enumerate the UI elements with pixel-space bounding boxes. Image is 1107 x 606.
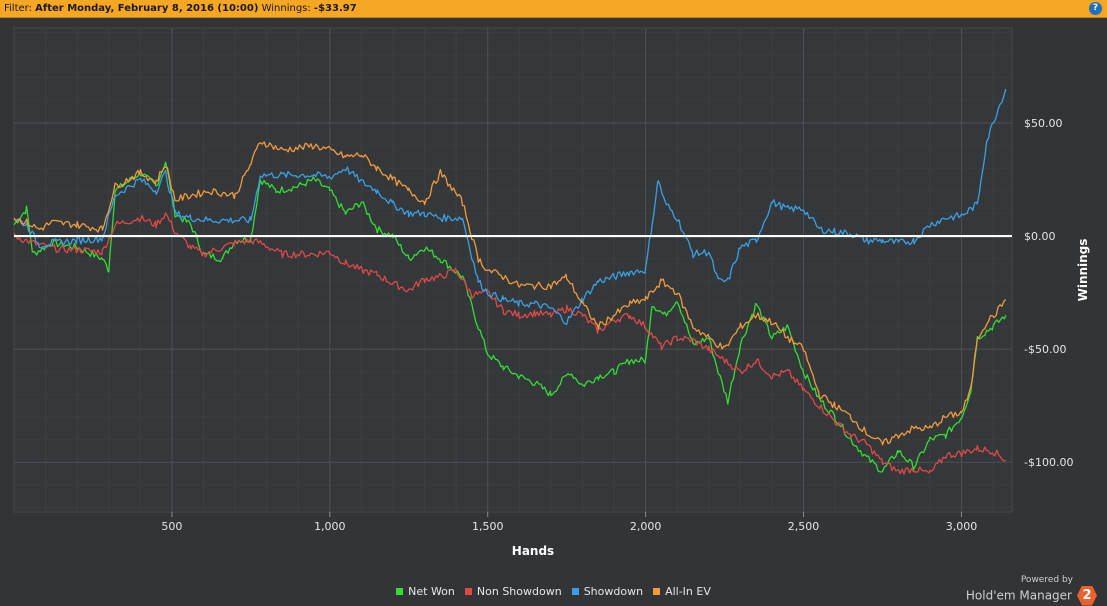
- x-tick-label: 500: [161, 520, 182, 533]
- legend-label: Showdown: [583, 585, 644, 598]
- legend-swatch: [464, 588, 472, 595]
- x-axis-title: Hands: [512, 544, 554, 558]
- legend-item[interactable]: All-In EV: [653, 585, 711, 598]
- x-tick-label: 2,000: [630, 520, 662, 533]
- hm2-logo-icon: 2: [1077, 585, 1097, 606]
- x-tick-label: 1,500: [472, 520, 504, 533]
- y-tick-label: $50.00: [1024, 117, 1063, 130]
- brand-name: Hold'em Manager: [965, 588, 1072, 603]
- legend-swatch: [571, 588, 579, 595]
- x-tick-label: 3,000: [946, 520, 978, 533]
- legend-label: All-In EV: [665, 585, 711, 598]
- legend-item[interactable]: Net Won: [396, 585, 455, 598]
- legend-swatch: [653, 588, 661, 595]
- powered-by-label: Powered by: [1020, 575, 1073, 585]
- y-tick-label: $0.00: [1024, 230, 1056, 243]
- winnings-chart: 500 1,000 1,500 2,000 2,500 3,000 $50.00 $0.00 -…: [13, 27, 1090, 558]
- y-axis-title: Winnings: [1076, 239, 1090, 302]
- x-tick-label: 1,000: [314, 520, 346, 533]
- legend-item[interactable]: Non Showdown: [464, 585, 562, 598]
- brand: Powered by Hold'em Manager 2: [966, 575, 1097, 606]
- x-tick-label: 2,500: [788, 520, 820, 533]
- y-tick-label: -$100.00: [1024, 456, 1073, 469]
- legend-item[interactable]: Showdown: [571, 585, 644, 598]
- legend-label: Net Won: [408, 585, 455, 598]
- chart-legend: Net Won Non Showdown Showdown All-In EV: [0, 585, 1107, 598]
- legend-swatch: [396, 588, 404, 595]
- legend-label: Non Showdown: [476, 585, 562, 598]
- y-tick-label: -$50.00: [1024, 343, 1066, 356]
